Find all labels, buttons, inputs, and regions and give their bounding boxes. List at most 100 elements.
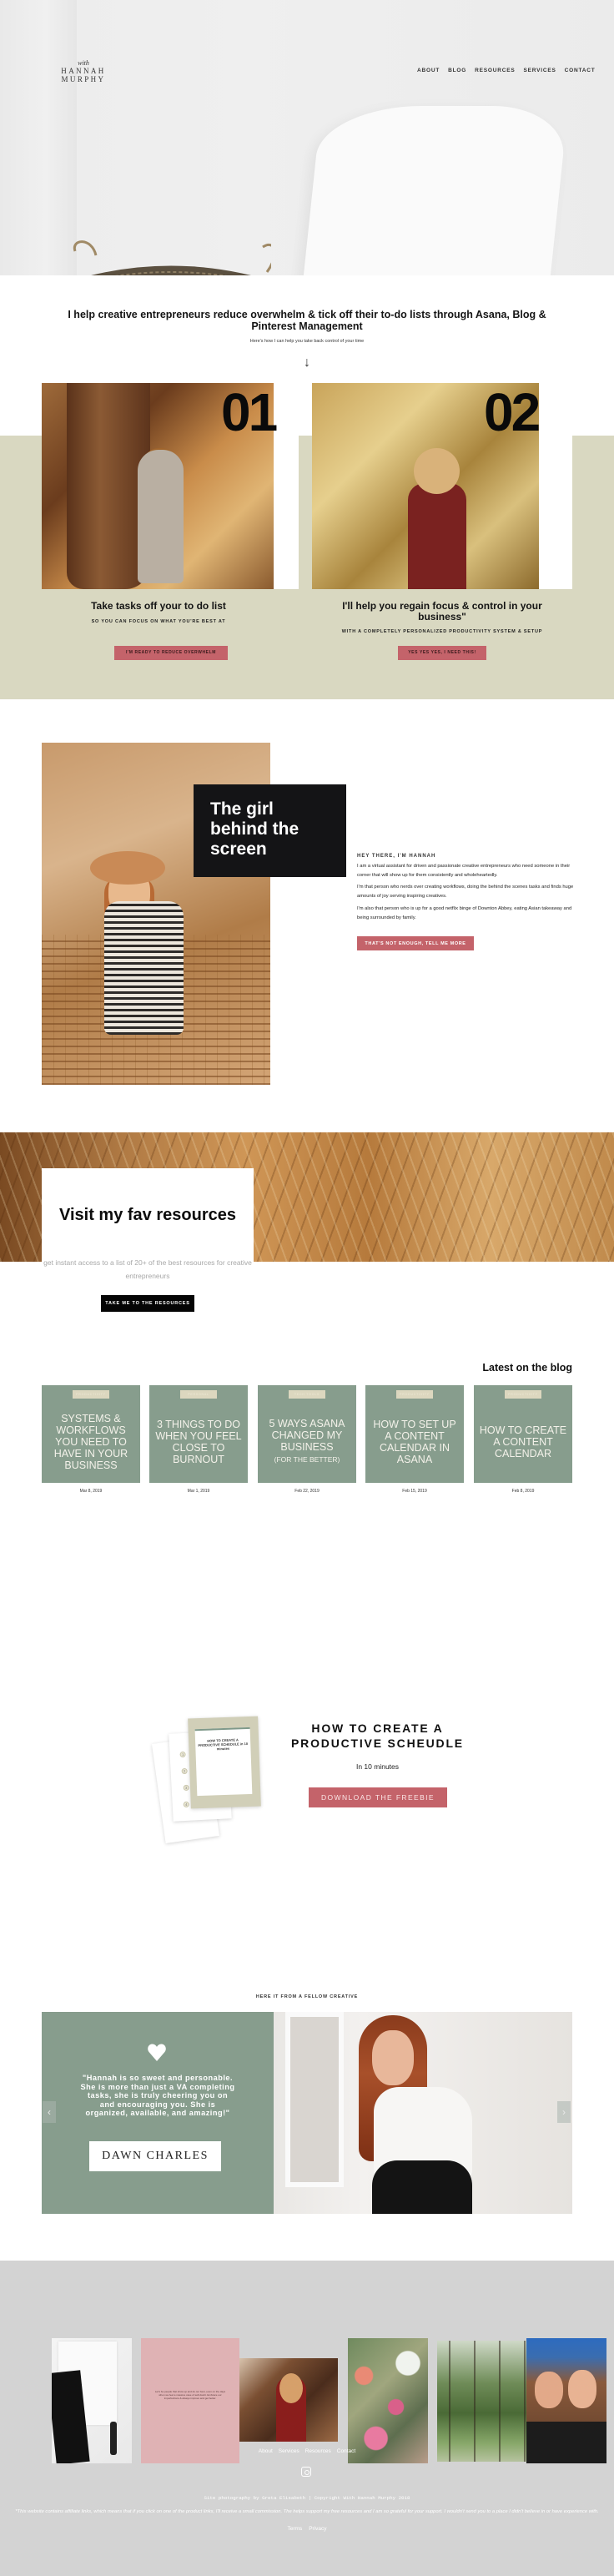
photo-person-dress	[104, 901, 184, 1035]
blog-title-text: SYSTEMS & WORKFLOWS YOU NEED TO HAVE IN …	[53, 1412, 128, 1471]
instagram-tile[interactable]	[52, 2338, 132, 2463]
freebie-title: HOW TO CREATE A PRODUCTIVE SCHEUDLE	[291, 1722, 464, 1750]
service-1-subtitle: SO YOU CAN FOCUS ON WHAT YOU'RE BEST AT	[91, 619, 226, 624]
nav-about[interactable]: ABOUT	[417, 68, 440, 73]
logo-line1: HANNAH	[61, 67, 106, 75]
site-logo[interactable]: with HANNAH MURPHY	[58, 59, 108, 84]
need-this-button[interactable]: YES YES YES, I NEED THIS!	[398, 646, 486, 660]
copyright-text: Site photography by Greta Elisabeth | Co…	[204, 2495, 410, 2501]
photo-person	[138, 450, 184, 583]
instagram-tile-quote: Let's be people that show up and do our …	[154, 2390, 226, 2400]
download-freebie-button[interactable]: DOWNLOAD THE FREEBIE	[309, 1787, 447, 1807]
instagram-tile[interactable]	[348, 2338, 428, 2463]
blog-title: HOW TO SET UP A CONTENT CALENDAR IN ASAN…	[369, 1405, 460, 1478]
logo-with: with	[78, 59, 89, 67]
photo-window	[285, 2012, 344, 2187]
hero-curtain-image	[0, 0, 77, 275]
freebie-mockup-cover: HOW TO CREATE A PRODUCTIVE SCHEDULE in 1…	[188, 1716, 261, 1809]
intro-title: I help creative entrepreneurs reduce ove…	[68, 309, 546, 332]
footer-link-services[interactable]: Services	[279, 2448, 299, 2454]
step-number: 2	[181, 1767, 188, 1775]
heart-icon	[148, 2044, 166, 2061]
about-title: The girl behind the screen	[210, 799, 299, 859]
blog-title: 3 THINGS TO DO WHEN YOU FEEL CLOSE TO BU…	[153, 1405, 244, 1478]
blog-title-small: (FOR THE BETTER)	[274, 1455, 340, 1464]
blog-card[interactable]: PRODUCTIVITY HOW TO SET UP A CONTENT CAL…	[365, 1385, 464, 1483]
about-paragraph: I am a virtual assistant for driven and …	[357, 864, 571, 878]
reduce-overwhelm-button[interactable]: I'M READY TO REDUCE OVERWHELM	[114, 646, 228, 660]
nav-contact[interactable]: CONTACT	[565, 68, 596, 73]
logo-line2: MURPHY	[61, 75, 106, 83]
freebie-subtitle: In 10 minutes	[355, 1762, 400, 1771]
blog-tag: TECH TOOLS	[289, 1390, 325, 1399]
testimonial-name: DAWN CHARLES	[102, 2150, 209, 2162]
photo-person-face	[372, 2030, 414, 2085]
resources-title: Visit my fav resources	[59, 1206, 236, 1224]
step-number: 3	[183, 1784, 189, 1792]
footer-link-contact[interactable]: Contact	[337, 2448, 355, 2454]
footer-nav: About Services Resources Contact	[0, 2448, 614, 2454]
resources-button[interactable]: TAKE ME TO THE RESOURCES	[101, 1295, 194, 1312]
tell-me-more-button[interactable]: THAT'S NOT ENOUGH, TELL ME MORE	[357, 936, 474, 950]
blog-title-text: 3 THINGS TO DO WHEN YOU FEEL CLOSE TO BU…	[155, 1418, 242, 1465]
blog-date: Feb 8, 2019	[511, 1489, 535, 1494]
blog-date: Mar 1, 2019	[187, 1489, 210, 1494]
tile-face	[568, 2370, 596, 2408]
blog-title-text: HOW TO SET UP A CONTENT CALENDAR IN ASAN…	[373, 1418, 456, 1465]
privacy-link[interactable]: Privacy	[309, 2526, 326, 2532]
blog-title: SYSTEMS & WORKFLOWS YOU NEED TO HAVE IN …	[45, 1405, 137, 1478]
blog-card[interactable]: PRODUCTIVITY SYSTEMS & WORKFLOWS YOU NEE…	[42, 1385, 140, 1483]
blog-tag: PRODUCTIVITY	[505, 1390, 541, 1399]
blog-date: Mar 8, 2019	[79, 1489, 103, 1494]
blog-heading: Latest on the blog	[482, 1362, 572, 1374]
hero-basket-image	[73, 240, 271, 275]
blog-tag: PRODUCTIVITY	[73, 1390, 109, 1399]
nav-blog[interactable]: BLOG	[448, 68, 466, 73]
blog-tag: PERSONAL	[180, 1390, 217, 1399]
hero-chair-image	[295, 106, 569, 275]
testimonial-quote: "Hannah is so sweet and personable. She …	[80, 2074, 235, 2117]
about-greeting: HEY THERE, I'M HANNAH	[357, 854, 436, 859]
testimonial-label: HERE IT FROM A FELLOW CREATIVE	[255, 1994, 359, 1999]
terms-link[interactable]: Terms	[287, 2526, 302, 2532]
blog-title-text: HOW TO CREATE A CONTENT CALENDAR	[479, 1424, 567, 1459]
instagram-icon[interactable]	[301, 2467, 311, 2477]
photo-person-pants	[372, 2160, 472, 2214]
blog-title: HOW TO CREATE A CONTENT CALENDAR	[477, 1405, 569, 1478]
about-paragraph: I'm that person who nerds over creating …	[357, 885, 574, 899]
freebie-mockup-title: HOW TO CREATE A PRODUCTIVE SCHEDULE in 1…	[198, 1737, 249, 1752]
blog-title: 5 WAYS ASANA CHANGED MY BUSINESS (FOR THE…	[261, 1405, 353, 1478]
nav-resources[interactable]: RESOURCES	[475, 68, 515, 73]
instagram-tile[interactable]	[239, 2358, 338, 2442]
carousel-next-button[interactable]: ›	[557, 2101, 571, 2123]
instagram-tile[interactable]	[437, 2341, 536, 2462]
carousel-prev-button[interactable]: ‹	[43, 2101, 56, 2123]
footer-link-about[interactable]: About	[259, 2448, 273, 2454]
instagram-tile[interactable]	[526, 2338, 606, 2463]
about-paragraph: I'm also that person who is up for a goo…	[357, 906, 572, 920]
tile-clothing	[526, 2422, 606, 2463]
tile-person-head	[279, 2373, 303, 2403]
service-card-1-accent	[274, 383, 299, 589]
blog-card[interactable]: PERSONAL 3 THINGS TO DO WHEN YOU FEEL CL…	[149, 1385, 248, 1483]
affiliate-disclaimer: *This website contains affiliate links, …	[15, 2509, 599, 2514]
nav-services[interactable]: SERVICES	[523, 68, 556, 73]
blog-card[interactable]: PRODUCTIVITY HOW TO CREATE A CONTENT CAL…	[474, 1385, 572, 1483]
service-card-2-accent	[539, 383, 572, 589]
blog-title-text: 5 WAYS ASANA CHANGED MY BUSINESS	[269, 1418, 345, 1453]
legal-nav: Terms Privacy	[0, 2526, 614, 2532]
photo-person-hat	[90, 851, 165, 885]
blog-date: Feb 22, 2019	[294, 1489, 320, 1494]
resources-subtitle: get instant access to a list of 20+ of t…	[43, 1258, 252, 1280]
service-1-title: Take tasks off your to do list	[91, 600, 226, 612]
service-1-number: 01	[221, 382, 278, 442]
step-number: 4	[183, 1801, 189, 1808]
footer-link-resources[interactable]: Resources	[305, 2448, 331, 2454]
instagram-tile[interactable]: Let's be people that show up and do our …	[141, 2338, 239, 2463]
arrow-down-icon: ↓	[304, 355, 310, 370]
blog-date: Feb 15, 2019	[402, 1489, 427, 1494]
service-2-title: I'll help you regain focus & control in …	[342, 600, 542, 623]
blog-card[interactable]: TECH TOOLS 5 WAYS ASANA CHANGED MY BUSIN…	[258, 1385, 356, 1483]
tile-trees	[437, 2341, 536, 2462]
hero-banner	[0, 0, 614, 275]
